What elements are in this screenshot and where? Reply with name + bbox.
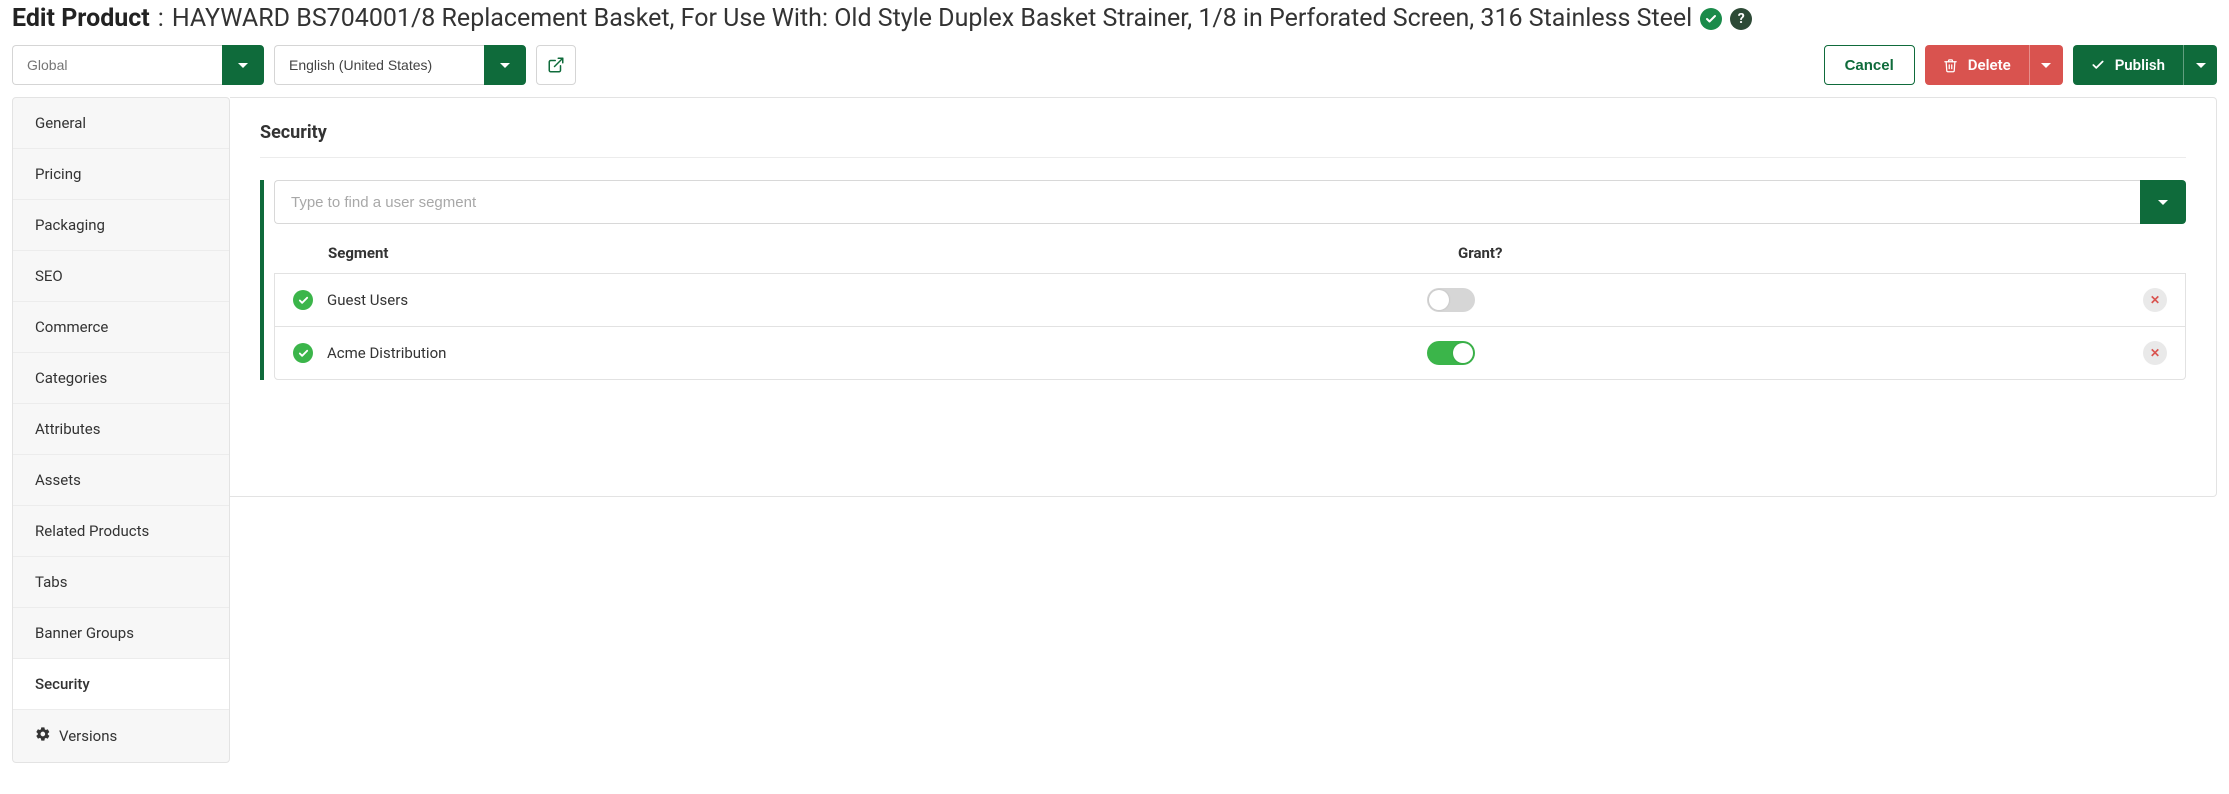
segment-check-icon xyxy=(293,290,313,310)
sidebar-item-label: Packaging xyxy=(35,216,105,234)
chevron-down-icon xyxy=(500,63,510,68)
sidebar-item-label: Security xyxy=(35,675,90,693)
grant-toggle[interactable] xyxy=(1427,341,1475,365)
status-check-icon xyxy=(1700,8,1722,30)
close-icon: ✕ xyxy=(2150,293,2160,307)
open-external-button[interactable] xyxy=(536,45,576,85)
segment-name: Guest Users xyxy=(327,291,1427,309)
sidebar-item-general[interactable]: General xyxy=(13,98,229,149)
sidebar-item-label: Related Products xyxy=(35,522,149,540)
sidebar-item-label: Tabs xyxy=(35,573,67,591)
scope-select[interactable] xyxy=(12,45,264,85)
help-icon[interactable]: ? xyxy=(1730,8,1752,30)
segment-row: Guest Users ✕ xyxy=(274,273,2186,327)
external-link-icon xyxy=(547,56,565,74)
segment-search-caret[interactable] xyxy=(2140,180,2186,224)
segment-table: Segment Grant? Guest Users ✕ xyxy=(274,230,2186,380)
title-colon: : xyxy=(158,4,164,33)
sidebar-item-label: Pricing xyxy=(35,165,81,183)
scope-input[interactable] xyxy=(12,45,222,85)
sidebar-item-label: Categories xyxy=(35,369,107,387)
locale-caret[interactable] xyxy=(484,45,526,85)
publish-button[interactable]: Publish xyxy=(2073,45,2217,85)
chevron-down-icon xyxy=(2158,200,2168,205)
sidebar-item-seo[interactable]: SEO xyxy=(13,251,229,302)
column-actions xyxy=(2078,244,2168,262)
segment-row: Acme Distribution ✕ xyxy=(274,326,2186,380)
sidebar-item-commerce[interactable]: Commerce xyxy=(13,302,229,353)
publish-main[interactable]: Publish xyxy=(2073,45,2183,85)
sidebar-item-label: SEO xyxy=(35,267,63,285)
sidebar-item-packaging[interactable]: Packaging xyxy=(13,200,229,251)
remove-segment-button[interactable]: ✕ xyxy=(2143,288,2167,312)
sidebar: General Pricing Packaging SEO Commerce C… xyxy=(12,97,230,763)
publish-caret[interactable] xyxy=(2183,45,2217,85)
sidebar-item-attributes[interactable]: Attributes xyxy=(13,404,229,455)
gear-icon xyxy=(35,726,51,746)
cancel-label: Cancel xyxy=(1845,57,1894,74)
publish-label: Publish xyxy=(2115,56,2165,74)
check-icon xyxy=(2091,58,2105,72)
cancel-button[interactable]: Cancel xyxy=(1824,45,1915,85)
segment-check-icon xyxy=(293,343,313,363)
panel-divider xyxy=(260,157,2186,158)
segment-search xyxy=(274,180,2186,224)
scope-caret[interactable] xyxy=(222,45,264,85)
delete-caret[interactable] xyxy=(2029,45,2063,85)
sidebar-item-label: Assets xyxy=(35,471,81,489)
main-panel: Security Segment Grant? Guest Users xyxy=(230,97,2217,497)
chevron-down-icon xyxy=(238,63,248,68)
sidebar-item-label: Commerce xyxy=(35,318,108,336)
close-icon: ✕ xyxy=(2150,346,2160,360)
delete-label: Delete xyxy=(1968,56,2011,74)
trash-icon xyxy=(1943,58,1958,73)
segment-name: Acme Distribution xyxy=(327,344,1427,362)
sidebar-item-related-products[interactable]: Related Products xyxy=(13,506,229,557)
toolbar: Cancel Delete Publish xyxy=(0,41,2229,97)
page-header: Edit Product: HAYWARD BS704001/8 Replace… xyxy=(0,0,2229,41)
sidebar-item-label: General xyxy=(35,114,86,132)
locale-input[interactable] xyxy=(274,45,484,85)
sidebar-item-label: Versions xyxy=(59,727,117,745)
chevron-down-icon xyxy=(2041,63,2051,68)
remove-segment-button[interactable]: ✕ xyxy=(2143,341,2167,365)
content: General Pricing Packaging SEO Commerce C… xyxy=(0,97,2229,783)
security-block: Segment Grant? Guest Users ✕ xyxy=(260,180,2186,380)
sidebar-item-banner-groups[interactable]: Banner Groups xyxy=(13,608,229,659)
segment-search-input[interactable] xyxy=(274,180,2140,224)
delete-button[interactable]: Delete xyxy=(1925,45,2063,85)
chevron-down-icon xyxy=(2196,63,2206,68)
panel-heading: Security xyxy=(260,122,2186,143)
sidebar-item-label: Attributes xyxy=(35,420,101,438)
sidebar-item-assets[interactable]: Assets xyxy=(13,455,229,506)
grant-toggle[interactable] xyxy=(1427,288,1475,312)
sidebar-item-categories[interactable]: Categories xyxy=(13,353,229,404)
locale-select[interactable] xyxy=(274,45,526,85)
sidebar-item-tabs[interactable]: Tabs xyxy=(13,557,229,608)
sidebar-item-pricing[interactable]: Pricing xyxy=(13,149,229,200)
sidebar-item-versions[interactable]: Versions xyxy=(13,710,229,762)
sidebar-item-security[interactable]: Security xyxy=(13,659,229,710)
product-title: HAYWARD BS704001/8 Replacement Basket, F… xyxy=(172,4,1692,33)
delete-main[interactable]: Delete xyxy=(1925,45,2029,85)
column-segment: Segment xyxy=(328,244,1458,262)
column-grant: Grant? xyxy=(1458,244,2078,262)
sidebar-item-label: Banner Groups xyxy=(35,624,134,642)
title-prefix: Edit Product xyxy=(12,4,150,33)
segment-table-head: Segment Grant? xyxy=(274,230,2186,274)
